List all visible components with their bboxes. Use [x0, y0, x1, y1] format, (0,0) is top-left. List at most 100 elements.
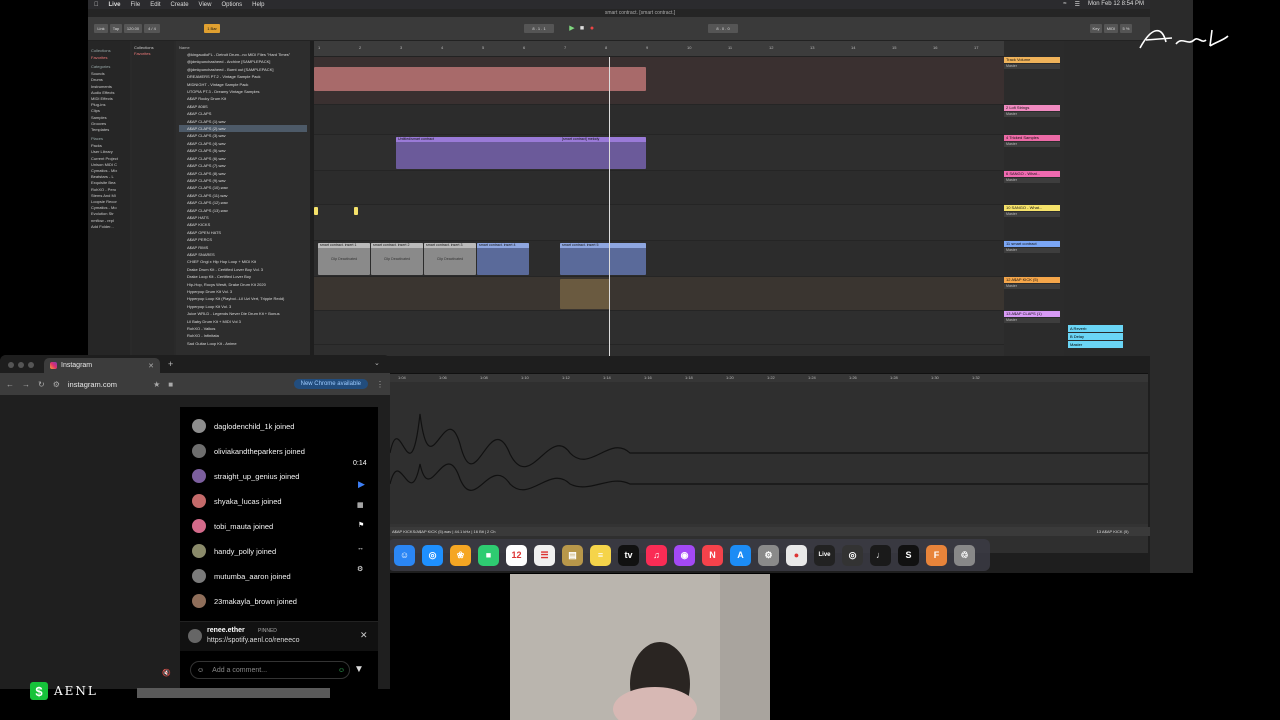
- close-tab-icon[interactable]: ✕: [148, 362, 154, 370]
- dock-news-icon[interactable]: N: [702, 544, 723, 566]
- track-lane-3[interactable]: Untitled/smart contract [smart contract]…: [314, 135, 1006, 171]
- back-icon[interactable]: ←: [6, 380, 14, 389]
- comment-input[interactable]: ☺ Add a comment... ☺: [190, 661, 350, 679]
- clip-insert-3[interactable]: smart contract. insert 3 Clip Deactivate…: [424, 243, 476, 275]
- reload-icon[interactable]: ↻: [38, 380, 45, 389]
- stop-icon[interactable]: ■: [578, 24, 586, 33]
- avatar[interactable]: [192, 544, 206, 558]
- track-header[interactable]: 13 A$AP CLAPS (1) Master: [1004, 311, 1060, 343]
- menu-file[interactable]: File: [131, 2, 141, 8]
- browser-file-row[interactable]: A$AP CLAPS (6).wav: [179, 155, 307, 162]
- track-output-route[interactable]: Master: [1004, 318, 1060, 323]
- browser-file-row[interactable]: A$AP HATS: [179, 214, 307, 221]
- master-track[interactable]: Master: [1068, 341, 1123, 348]
- dock-piano-icon[interactable]: ♩: [870, 544, 891, 566]
- return-b-delay[interactable]: B Delay: [1068, 333, 1123, 340]
- browser-file-row[interactable]: RohXO - Infinitata: [179, 332, 307, 339]
- playhead-marker[interactable]: [609, 57, 610, 356]
- send-icon[interactable]: ▼: [354, 664, 364, 675]
- browser-file-row[interactable]: A$AP RIMS: [179, 244, 307, 251]
- browser-file-row[interactable]: RohXO - Valkos: [179, 325, 307, 332]
- record-icon[interactable]: ●: [588, 24, 596, 33]
- track-header[interactable]: Track Volume Master: [1004, 57, 1060, 89]
- track-header[interactable]: 11 smart contract Master: [1004, 241, 1060, 273]
- browser-file-row[interactable]: Hyperpop Loop Kit (Playboi...Lil Uzi Ver…: [179, 295, 307, 302]
- chrome-menu-icon[interactable]: ⋮: [376, 380, 384, 389]
- menu-app-name[interactable]: Live: [109, 2, 121, 8]
- track-lane-5[interactable]: [314, 205, 1006, 241]
- clip-insert-4[interactable]: smart contract. insert 4: [477, 243, 529, 275]
- audio-clip-pink[interactable]: [314, 67, 646, 91]
- play-icon[interactable]: ▶: [568, 24, 576, 33]
- browser-file-row[interactable]: Hyperpop Drum Kit Vol. 3: [179, 288, 307, 295]
- browser-file-row[interactable]: Lil Baby Drum Kit + MIDI Vol 3: [179, 318, 307, 325]
- track-name[interactable]: 13 A$AP CLAPS (1): [1004, 311, 1060, 317]
- browser-file-row[interactable]: A$AP SNARES: [179, 251, 307, 258]
- address-bar[interactable]: instagram.com: [68, 380, 117, 389]
- place-item[interactable]: Add Folder...: [91, 224, 127, 230]
- link-button[interactable]: Link: [94, 24, 108, 33]
- menubar-clock[interactable]: Mon Feb 12 8:54 PM: [1088, 1, 1144, 8]
- dock-system-settings-icon[interactable]: ⚙: [758, 544, 779, 566]
- browser-file-row[interactable]: A$AP CLAPS (11).wav: [179, 192, 307, 199]
- track-output-route[interactable]: Master: [1004, 284, 1060, 289]
- browser-file-row[interactable]: A$AP CLAPS (8).wav: [179, 170, 307, 177]
- dock-logic-icon[interactable]: ◎: [842, 544, 863, 566]
- avatar[interactable]: [192, 519, 206, 533]
- automation-point[interactable]: [314, 207, 318, 215]
- avatar[interactable]: [192, 594, 206, 608]
- close-window-icon[interactable]: [8, 362, 14, 368]
- dock-reminders-icon[interactable]: ☰: [534, 544, 555, 566]
- track-output-route[interactable]: Master: [1004, 212, 1060, 217]
- track-header[interactable]: 6 SANGO - What... Master: [1004, 171, 1060, 203]
- unpin-close-icon[interactable]: ✕: [360, 630, 368, 641]
- bar-ruler[interactable]: 1 2 3 4 5 6 7 8 9 10 11 12 13 14 15 16 17: [314, 41, 1006, 57]
- forward-icon[interactable]: →: [22, 380, 30, 389]
- tap-button[interactable]: Tap: [110, 24, 122, 33]
- browser-file-row[interactable]: A$AP CLAPS (10).wav: [179, 184, 307, 191]
- browser-file-row[interactable]: UTOPIA PT.3 - Dreamy Vintage Samples: [179, 88, 307, 95]
- browser-file-row[interactable]: A$AP CLAPS (9).wav: [179, 177, 307, 184]
- play-button-icon[interactable]: ▶: [358, 479, 365, 490]
- track-name[interactable]: Track Volume: [1004, 57, 1060, 63]
- track-name[interactable]: 4 Tricked Samples: [1004, 135, 1060, 141]
- avatar[interactable]: [192, 444, 206, 458]
- track-output-route[interactable]: Master: [1004, 248, 1060, 253]
- track-output-route[interactable]: Master: [1004, 178, 1060, 183]
- dock-app-store-icon[interactable]: A: [730, 544, 751, 566]
- mute-icon[interactable]: 🔇: [162, 669, 171, 677]
- bookmark-icon[interactable]: ⚑: [358, 521, 364, 529]
- dock-trash-icon[interactable]: ♲: [954, 544, 975, 566]
- browser-file-row[interactable]: A$AP 808S: [179, 103, 307, 110]
- quantize-menu[interactable]: 1 Bar: [204, 24, 220, 33]
- clip-insert-1[interactable]: smart contract. insert 1 Clip Deactivate…: [318, 243, 370, 275]
- minimize-window-icon[interactable]: [18, 362, 24, 368]
- menu-view[interactable]: View: [199, 2, 212, 8]
- track-lane-2[interactable]: [314, 105, 1006, 135]
- loop-length-field[interactable]: 8 . 0 . 0: [708, 24, 738, 33]
- browser-file-row[interactable]: Drake Drum Kit - Certified Lover Boy Vol…: [179, 266, 307, 273]
- track-lane-7[interactable]: [314, 277, 1006, 311]
- track-output-route[interactable]: Master: [1004, 64, 1060, 69]
- site-info-icon[interactable]: ⚙: [53, 380, 60, 389]
- clip-insert-5[interactable]: smart contract. insert 5: [560, 243, 646, 275]
- track-name[interactable]: 2 Lofi Strings: [1004, 105, 1060, 111]
- clip-detail-view[interactable]: 1:04 1:06 1:08 1:10 1:12 1:14 1:16 1:18 1:20 1:22…: [390, 373, 1182, 553]
- dock-podcasts-icon[interactable]: ◉: [674, 544, 695, 566]
- track-lane-4[interactable]: [314, 171, 1006, 205]
- waveform-display[interactable]: [390, 384, 1148, 522]
- dock-apple-tv-icon[interactable]: tv: [618, 544, 639, 566]
- detail-time-ruler[interactable]: 1:04 1:06 1:08 1:10 1:12 1:14 1:16 1:18 1:20 1:22…: [390, 374, 1148, 382]
- midi-clip-2[interactable]: [smart contract] melody: [560, 137, 646, 169]
- avatar[interactable]: [192, 419, 206, 433]
- tab-instagram[interactable]: Instagram ✕: [44, 358, 160, 373]
- automation-point-2[interactable]: [354, 207, 358, 215]
- browser-file-row[interactable]: Drake Loop Kit - Certified Lover Boy: [179, 273, 307, 280]
- return-a-reverb[interactable]: A Reverb: [1068, 325, 1123, 332]
- browser-file-row[interactable]: A$AP Rocky Drum Kit: [179, 95, 307, 102]
- expand-icon[interactable]: ↔: [357, 545, 364, 552]
- time-signature-field[interactable]: 4 / 4: [144, 24, 160, 33]
- favorites-item[interactable]: Favorites: [91, 55, 127, 61]
- browser-file-row[interactable]: @jdmkpunchasheed - Archive [SAMPLEPACK]: [179, 58, 307, 65]
- menu-edit[interactable]: Edit: [150, 2, 160, 8]
